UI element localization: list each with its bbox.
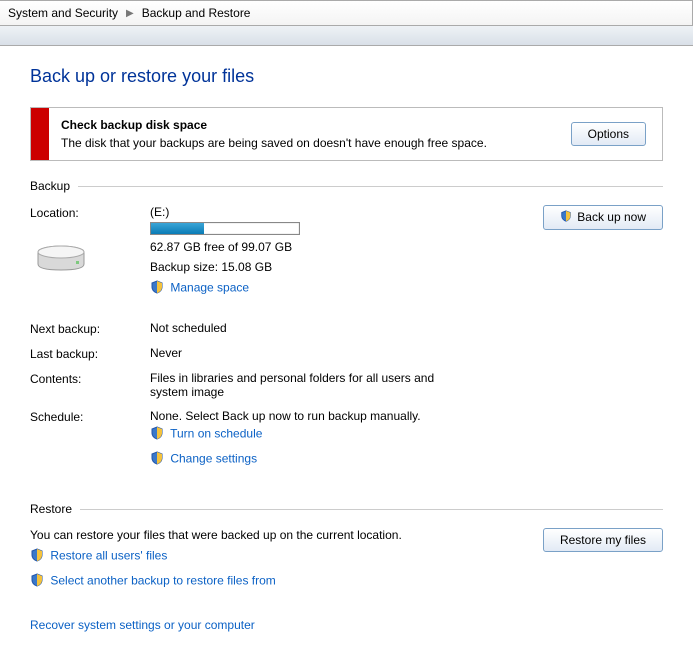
options-button[interactable]: Options: [571, 122, 646, 146]
alert-indicator-bar: [31, 108, 49, 160]
backup-section-label: Backup: [30, 179, 70, 193]
recover-system-link[interactable]: Recover system settings or your computer: [30, 618, 255, 632]
restore-section-header: Restore: [30, 502, 663, 516]
location-label: Location:: [30, 206, 150, 220]
schedule-label: Schedule:: [30, 409, 150, 424]
restore-section-label: Restore: [30, 502, 72, 516]
backup-size: Backup size: 15.08 GB: [150, 260, 523, 274]
chevron-right-icon: ▶: [122, 8, 138, 19]
shield-icon: [30, 573, 44, 590]
shield-icon: [560, 210, 572, 225]
turn-on-schedule-link[interactable]: Turn on schedule: [170, 427, 262, 441]
backup-section-header: Backup: [30, 179, 663, 193]
shield-icon: [150, 451, 164, 468]
alert-message: The disk that your backups are being sav…: [61, 136, 543, 150]
breadcrumb-parent[interactable]: System and Security: [4, 6, 122, 20]
restore-all-users-link[interactable]: Restore all users' files: [50, 549, 167, 563]
disk-space-alert: Check backup disk space The disk that yo…: [30, 107, 663, 161]
contents-label: Contents:: [30, 371, 150, 386]
next-backup-label: Next backup:: [30, 321, 150, 336]
backup-now-button[interactable]: Back up now: [543, 205, 663, 230]
shield-icon: [150, 426, 164, 443]
drive-name: (E:): [150, 205, 523, 219]
contents-value: Files in libraries and personal folders …: [150, 371, 470, 399]
schedule-value: None. Select Back up now to run backup m…: [150, 409, 663, 423]
last-backup-label: Last backup:: [30, 346, 150, 361]
breadcrumb-current[interactable]: Backup and Restore: [138, 6, 255, 20]
drive-icon: [34, 244, 89, 274]
change-settings-link[interactable]: Change settings: [170, 452, 257, 466]
shield-icon: [30, 548, 44, 565]
shield-icon: [150, 280, 164, 297]
next-backup-value: Not scheduled: [150, 321, 663, 335]
select-another-backup-link[interactable]: Select another backup to restore files f…: [50, 574, 275, 588]
page-title: Back up or restore your files: [30, 66, 663, 87]
alert-title: Check backup disk space: [61, 118, 543, 132]
restore-description: You can restore your files that were bac…: [30, 528, 523, 542]
manage-space-link[interactable]: Manage space: [170, 281, 249, 295]
last-backup-value: Never: [150, 346, 663, 360]
breadcrumb[interactable]: System and Security ▶ Backup and Restore: [0, 0, 693, 26]
restore-my-files-button[interactable]: Restore my files: [543, 528, 663, 552]
toolbar: [0, 26, 693, 46]
disk-usage-bar: [150, 222, 300, 235]
free-space: 62.87 GB free of 99.07 GB: [150, 240, 523, 254]
